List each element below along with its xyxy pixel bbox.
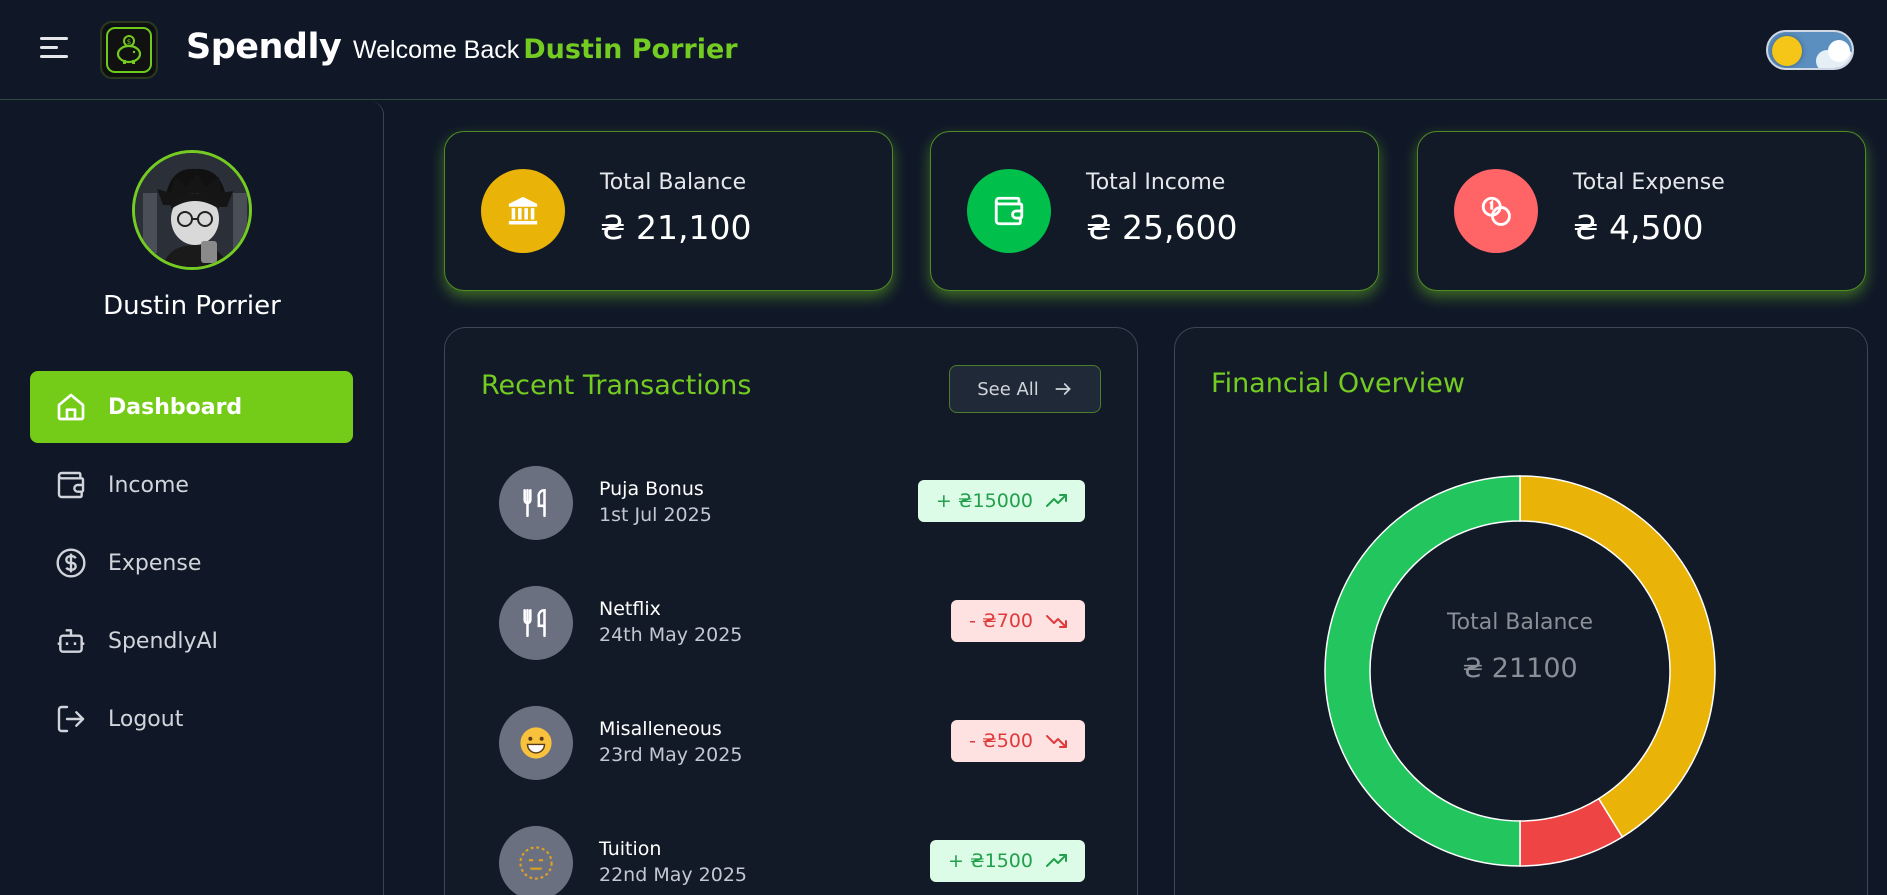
transaction-date: 22nd May 2025	[599, 864, 747, 886]
avatar-image	[135, 153, 249, 267]
bot-icon	[54, 624, 88, 658]
stat-title: Total Expense	[1573, 170, 1725, 195]
welcome-message: Welcome Back Dustin Porrier	[353, 34, 738, 65]
grinning-face-emoji	[499, 706, 573, 780]
stat-title: Total Income	[1086, 170, 1226, 195]
sidebar-item-dashboard[interactable]: Dashboard	[30, 371, 353, 443]
stat-card-total-balance: Total Balance ₴ 21,100	[444, 131, 893, 291]
transaction-row[interactable]: Tuition 22nd May 2025 + ₴1500	[499, 826, 1085, 895]
sidebar-item-label: Expense	[108, 550, 202, 576]
top-bar: $ Spendly Welcome Back Dustin Porrier	[0, 0, 1887, 100]
panel-title: Financial Overview	[1211, 368, 1465, 399]
transaction-name: Puja Bonus	[599, 478, 704, 500]
financial-overview-panel: Financial Overview Total Balance ₴ 21100	[1174, 327, 1868, 895]
sidebar-nav: Dashboard Income Expense SpendlyAI Logou…	[30, 371, 353, 761]
trending-up-icon	[1046, 494, 1067, 507]
svg-text:$: $	[127, 38, 131, 46]
transaction-row[interactable]: Misalleneous 23rd May 2025 - ₴500	[499, 706, 1085, 780]
sidebar-item-logout[interactable]: Logout	[30, 683, 353, 755]
cloud-icon	[1828, 40, 1850, 62]
sidebar-item-label: SpendlyAI	[108, 628, 219, 654]
amount-value: - ₴700	[969, 610, 1033, 632]
trending-down-icon	[1046, 735, 1067, 748]
see-all-button[interactable]: See All	[949, 365, 1101, 413]
trending-up-icon	[1046, 854, 1067, 867]
stat-card-total-expense: Total Expense ₴ 4,500	[1417, 131, 1866, 291]
arrow-right-icon	[1055, 383, 1071, 395]
sun-icon	[1772, 36, 1802, 66]
bank-icon	[481, 169, 565, 253]
wallet-icon	[967, 169, 1051, 253]
app-logo: $	[100, 21, 158, 79]
sidebar-item-expense[interactable]: Expense	[30, 527, 353, 599]
chart-center-label: Total Balance	[1446, 610, 1594, 635]
theme-toggle[interactable]	[1766, 30, 1854, 70]
amount-badge: + ₴15000	[917, 480, 1085, 522]
transaction-name: Tuition	[599, 838, 662, 860]
dollar-circle-icon	[54, 546, 88, 580]
logout-icon	[54, 702, 88, 736]
chart-center-value: ₴ 21100	[1462, 653, 1578, 684]
sidebar-item-income[interactable]: Income	[30, 449, 353, 521]
coins-icon	[1454, 169, 1538, 253]
transaction-name: Misalleneous	[599, 718, 722, 740]
amount-value: + ₴15000	[935, 490, 1033, 512]
donut-chart: Total Balance ₴ 21100	[1323, 474, 1717, 868]
welcome-prefix: Welcome Back	[353, 36, 520, 64]
welcome-user-name: Dustin Porrier	[523, 34, 738, 65]
sidebar-item-label: Logout	[108, 706, 184, 732]
stat-value: ₴ 4,500	[1573, 208, 1704, 247]
amount-badge: - ₴700	[951, 600, 1085, 642]
panel-title: Recent Transactions	[481, 370, 752, 401]
transaction-date: 23rd May 2025	[599, 744, 743, 766]
transaction-row[interactable]: Puja Bonus 1st Jul 2025 + ₴15000	[499, 466, 1085, 540]
neutral-face-emoji	[499, 826, 573, 895]
stat-value: ₴ 21,100	[600, 208, 752, 247]
sidebar: Dustin Porrier Dashboard Income Expense …	[0, 101, 384, 895]
utensils-icon	[499, 466, 573, 540]
amount-value: + ₴1500	[947, 850, 1033, 872]
amount-value: - ₴500	[969, 730, 1033, 752]
piggy-bank-icon: $	[116, 35, 142, 64]
recent-transactions-panel: Recent Transactions See All Puja Bonus 1…	[444, 327, 1138, 895]
stat-title: Total Balance	[600, 170, 747, 195]
sidebar-item-label: Dashboard	[108, 394, 243, 420]
sidebar-item-label: Income	[108, 472, 189, 498]
brand-name: Spendly	[186, 27, 342, 67]
transaction-row[interactable]: Netflix 24th May 2025 - ₴700	[499, 586, 1085, 660]
amount-badge: + ₴1500	[929, 840, 1085, 882]
transaction-name: Netflix	[599, 598, 661, 620]
sidebar-item-spendlyai[interactable]: SpendlyAI	[30, 605, 353, 677]
profile-name: Dustin Porrier	[103, 291, 281, 321]
see-all-label: See All	[977, 378, 1039, 400]
stat-card-total-income: Total Income ₴ 25,600	[930, 131, 1379, 291]
home-icon	[54, 390, 88, 424]
trending-down-icon	[1046, 615, 1067, 628]
amount-badge: - ₴500	[951, 720, 1085, 762]
avatar	[132, 150, 252, 270]
utensils-icon	[499, 586, 573, 660]
transaction-date: 24th May 2025	[599, 624, 743, 646]
stat-value: ₴ 25,600	[1086, 208, 1238, 247]
transaction-date: 1st Jul 2025	[599, 504, 712, 526]
wallet-icon	[54, 468, 88, 502]
menu-icon[interactable]	[40, 37, 68, 59]
